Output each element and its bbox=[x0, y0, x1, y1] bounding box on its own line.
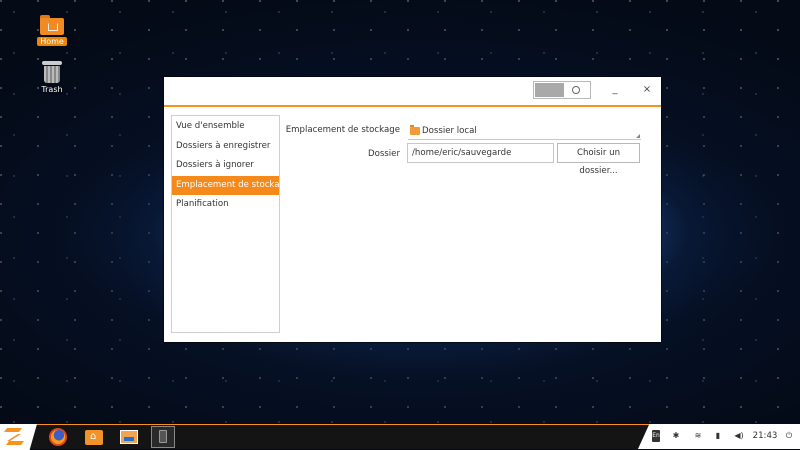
storage-location-value: Dossier local bbox=[422, 126, 477, 136]
firefox-icon[interactable] bbox=[48, 427, 68, 447]
dropdown-arrow-icon bbox=[636, 134, 640, 138]
trash-icon bbox=[42, 61, 62, 83]
close-button[interactable]: × bbox=[640, 83, 654, 97]
sidebar-nav-list: Vue d'ensemble Dossiers à enregistrer Do… bbox=[172, 117, 290, 215]
minimize-button[interactable]: _ bbox=[608, 83, 622, 97]
desktop-home-label: Home bbox=[37, 37, 67, 46]
wifi-icon[interactable]: ≋ bbox=[692, 430, 704, 442]
storage-location-select[interactable]: Dossier local bbox=[408, 121, 641, 140]
start-menu-button[interactable] bbox=[0, 424, 37, 450]
home-folder-icon bbox=[40, 15, 64, 35]
storage-location-label: Emplacement de stockage bbox=[285, 125, 400, 135]
sidebar-item-storage-location[interactable]: Emplacement de stockage bbox=[172, 175, 290, 195]
backup-settings-window: _ × Vue d'ensemble Dossiers à enregistre… bbox=[164, 77, 661, 342]
choose-folder-button[interactable]: Choisir un dossier... bbox=[557, 143, 640, 176]
window-titlebar[interactable]: _ × bbox=[164, 77, 661, 107]
image-viewer-icon[interactable] bbox=[119, 427, 139, 447]
volume-icon[interactable]: ◀) bbox=[734, 430, 744, 442]
desktop-trash-icon[interactable]: Trash bbox=[32, 59, 72, 95]
files-icon[interactable] bbox=[84, 427, 104, 447]
toggle-knob bbox=[535, 83, 564, 97]
desktop-trash-label: Trash bbox=[41, 85, 63, 94]
clock[interactable]: 21:43 bbox=[751, 430, 779, 442]
power-icon[interactable]: ⏻ bbox=[784, 430, 794, 442]
sidebar-item-scheduling[interactable]: Planification bbox=[172, 195, 279, 215]
folder-icon bbox=[410, 125, 420, 135]
toggle-off-indicator-icon bbox=[572, 86, 580, 94]
bluetooth-icon[interactable]: ✱ bbox=[672, 430, 680, 442]
sidebar-item-folders-to-save[interactable]: Dossiers à enregistrer bbox=[172, 137, 279, 157]
sidebar-item-overview[interactable]: Vue d'ensemble bbox=[172, 117, 279, 137]
system-tray: En ✱ ≋ ▮ ◀) 21:43 ⏻ bbox=[638, 424, 800, 449]
mode-toggle-switch[interactable] bbox=[533, 81, 591, 99]
desktop-home-icon[interactable]: Home bbox=[32, 13, 72, 47]
keyboard-layout-icon[interactable]: En bbox=[652, 430, 660, 442]
terminal-icon[interactable] bbox=[151, 426, 175, 448]
folder-label: Dossier bbox=[367, 149, 400, 159]
folder-path-input[interactable] bbox=[407, 143, 554, 163]
zorin-logo-icon bbox=[4, 428, 24, 445]
taskbar: En ✱ ≋ ▮ ◀) 21:43 ⏻ bbox=[0, 424, 800, 450]
sidebar-item-folders-to-ignore[interactable]: Dossiers à ignorer bbox=[172, 156, 279, 176]
settings-sidebar: Vue d'ensemble Dossiers à enregistrer Do… bbox=[171, 115, 290, 333]
battery-icon[interactable]: ▮ bbox=[714, 430, 722, 442]
